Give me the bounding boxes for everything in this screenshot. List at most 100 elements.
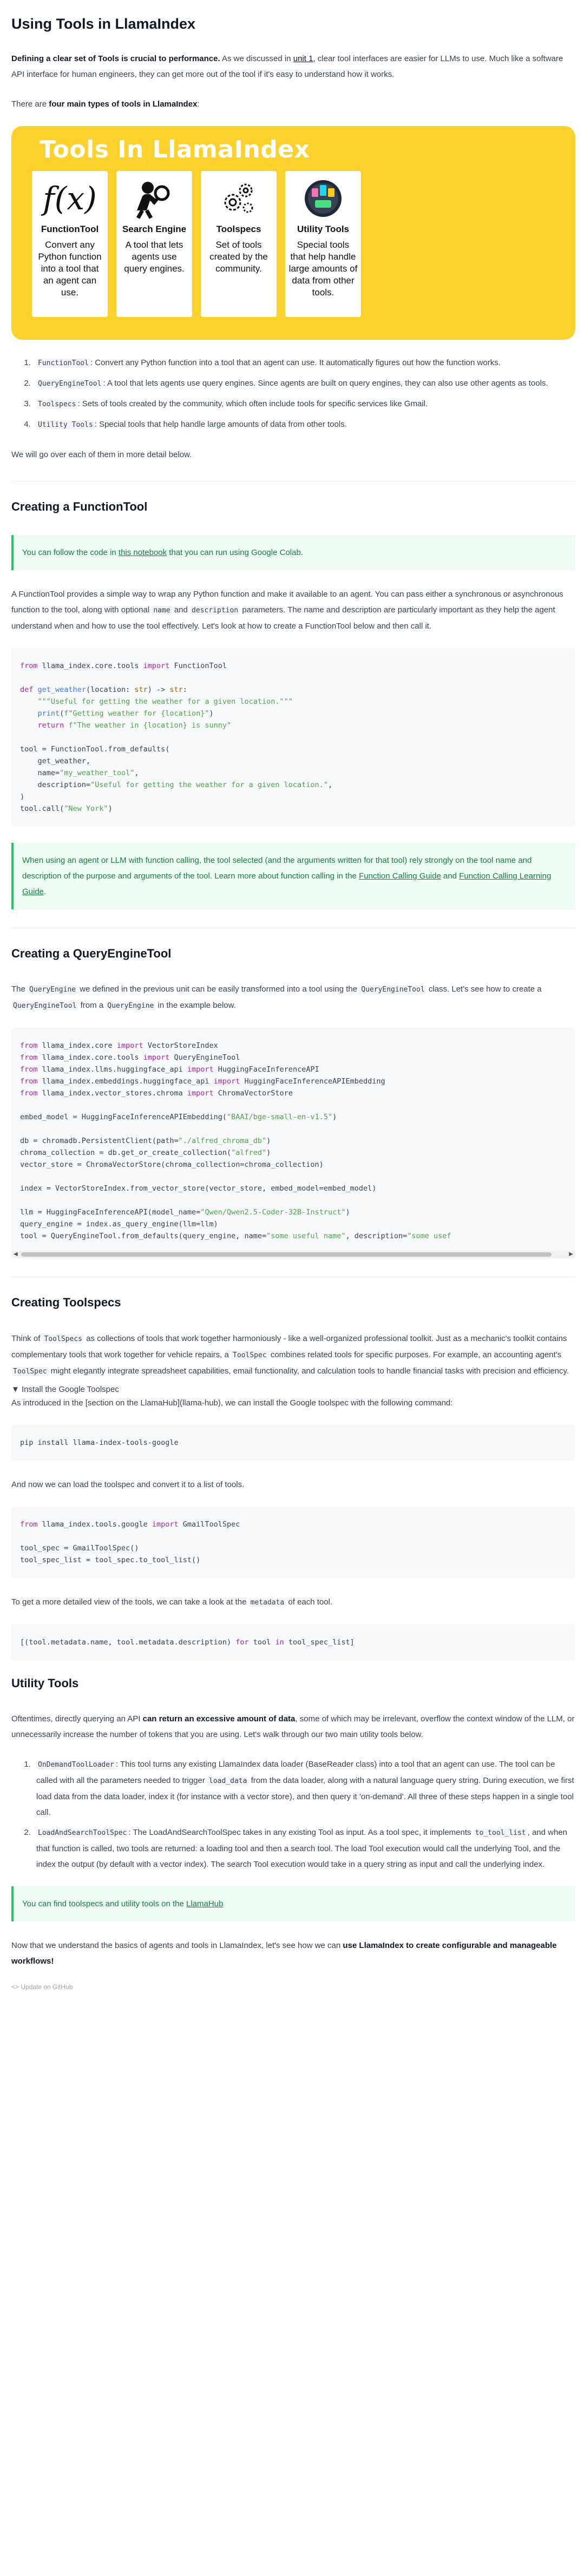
card-title: FunctionTool (41, 224, 99, 235)
text: To get a more detailed view of the tools… (11, 1597, 249, 1607)
text: Now that we understand the basics of age… (11, 1940, 343, 1950)
text: in the example below. (155, 1001, 236, 1010)
inline-code: ToolSpecs (42, 1334, 84, 1344)
inline-code: name (152, 605, 172, 615)
inline-code: QueryEngine (28, 985, 78, 995)
tip-text: . (44, 887, 47, 896)
text: and (172, 605, 191, 615)
inline-code: QueryEngineTool (11, 1001, 78, 1011)
text: : The LoadAndSearchToolSpec takes in any… (128, 1827, 474, 1837)
card-desc: Convert any Python function into a tool … (38, 240, 102, 298)
inline-code: Toolspecs (36, 400, 78, 409)
scroll-right-arrow-icon[interactable]: ▶ (569, 1251, 573, 1258)
scroll-left-arrow-icon[interactable]: ◀ (14, 1251, 18, 1258)
types-intro-post: : (197, 100, 200, 109)
types-intro: There are four main types of tools in Ll… (11, 96, 575, 112)
tip-text-2: that you can run using Google Colab. (167, 547, 303, 557)
code-block-metadata[interactable]: [(tool.metadata.name, tool.metadata.desc… (11, 1624, 575, 1660)
queryengine-paragraph: The QueryEngine we defined in the previo… (11, 981, 575, 1014)
intro-paragraph: Defining a clear set of Tools is crucial… (11, 51, 575, 82)
intro-text: As we discussed in (220, 54, 293, 64)
code-block-pip-install[interactable]: pip install llama-index-tools-google (11, 1424, 575, 1461)
llamahub-link[interactable]: LlamaHub (186, 1899, 223, 1908)
utility-icon (285, 174, 361, 223)
install-paragraph: As introduced in the [section on the Lla… (11, 1398, 453, 1408)
tip-text: You can find toolspecs and utility tools… (22, 1899, 186, 1908)
inline-code: FunctionTool (36, 359, 90, 368)
section-heading-functiontool: Creating a FunctionTool (11, 500, 148, 514)
inline-code: Utility Tools (36, 420, 95, 430)
search-engine-icon (116, 174, 192, 223)
bold-text: can return an excessive amount of data (142, 1714, 296, 1723)
card-utility-tools: Utility Tools Special tools that help ha… (285, 171, 361, 318)
text: from a (78, 1001, 106, 1010)
inline-code: LoadAndSearchToolSpec (36, 1828, 129, 1838)
list-item: Utility Tools: Special tools that help h… (33, 417, 575, 433)
list-item: Toolspecs: Sets of tools created by the … (33, 396, 575, 412)
tools-banner-image: Tools In LlamaIndex f(x) FunctionTool Co… (11, 126, 575, 340)
list-item-text: : Sets of tools created by the community… (77, 399, 428, 409)
functiontool-paragraph: A FunctionTool provides a simple way to … (11, 586, 575, 634)
card-title: Search Engine (122, 224, 187, 235)
inline-code: description (190, 605, 240, 615)
inline-code: to_tool_list (473, 1828, 528, 1838)
list-item-text: : Convert any Python function into a too… (90, 358, 501, 368)
update-on-github-link[interactable]: <> Update on GitHub (11, 1983, 575, 1991)
list-item: LoadAndSearchToolSpec: The LoadAndSearch… (33, 1825, 575, 1872)
text: might elegantly integrate spreadsheet ca… (48, 1366, 569, 1376)
text: class. Let's see how to create a (426, 985, 542, 994)
toolspecs-paragraph: Think of ToolSpecs as collections of too… (11, 1331, 575, 1379)
utility-tools-list: OnDemandToolLoader: This tool turns any … (11, 1756, 575, 1872)
function-calling-guide-link[interactable]: Function Calling Guide (359, 871, 441, 881)
code-block-toolspec[interactable]: from llama_index.tools.google import Gma… (11, 1506, 575, 1578)
page: Using Tools in LlamaIndex Defining a cle… (0, 15, 584, 1991)
outro-paragraph: Now that we understand the basics of age… (11, 1938, 575, 1969)
text: Think of (11, 1333, 43, 1343)
code-block-queryenginetool[interactable]: from llama_index.core import VectorStore… (11, 1028, 575, 1254)
metadata-paragraph: To get a more detailed view of the tools… (11, 1594, 575, 1610)
card-desc: A tool that lets agents use query engine… (124, 240, 185, 274)
gears-icon (201, 174, 277, 223)
unit1-link[interactable]: unit 1 (293, 54, 313, 63)
horizontal-scrollbar[interactable]: ◀ ▶ (11, 1251, 575, 1259)
types-intro-pre: There are (11, 100, 49, 109)
scrollbar-thumb[interactable] (21, 1252, 552, 1257)
list-item: FunctionTool: Convert any Python functio… (33, 355, 575, 371)
utility-paragraph: Oftentimes, directly querying an API can… (11, 1711, 575, 1742)
tip-llamahub: You can find toolspecs and utility tools… (11, 1886, 575, 1921)
card-search-engine: Search Engine A tool that lets agents us… (116, 171, 192, 318)
tip-notebook: You can follow the code in this notebook… (11, 534, 575, 570)
details-summary[interactable]: ▼ Install the Google Toolspec (11, 1385, 575, 1394)
tip-text: and (441, 871, 460, 881)
google-toolspec-details[interactable]: ▼ Install the Google Toolspec (11, 1385, 575, 1394)
text: combines related tools for specific purp… (268, 1350, 562, 1359)
inline-code: ToolSpec (231, 1350, 268, 1360)
inline-code: metadata (248, 1597, 286, 1607)
intro-bold: Defining a clear set of Tools is crucial… (11, 54, 220, 64)
text: of each tool. (286, 1597, 333, 1607)
page-title: Using Tools in LlamaIndex (11, 16, 196, 32)
inline-code: load_data (207, 1776, 249, 1786)
text: Oftentimes, directly querying an API (11, 1714, 143, 1723)
section-heading-queryenginetool: Creating a QueryEngineTool (11, 946, 172, 960)
section-heading-toolspecs: Creating Toolspecs (11, 1296, 121, 1310)
inline-code: OnDemandToolLoader (36, 1760, 116, 1769)
list-item: OnDemandToolLoader: This tool turns any … (33, 1756, 575, 1820)
types-intro-bold: four main types of tools in LlamaIndex (49, 100, 198, 109)
card-toolspecs: Toolspecs Set of tools created by the co… (201, 171, 277, 318)
list-item-text: : Special tools that help handle large a… (94, 420, 347, 430)
tip-text: You can follow the code in (22, 547, 119, 557)
section-heading-utility-tools: Utility Tools (11, 1676, 79, 1690)
function-icon: f(x) (43, 180, 97, 217)
card-functiontool: f(x) FunctionTool Convert any Python fun… (32, 171, 108, 318)
card-desc: Set of tools created by the community. (209, 240, 268, 274)
inline-code: ToolSpec (11, 1366, 49, 1376)
code-block-functiontool[interactable]: from llama_index.core.tools import Funct… (11, 648, 575, 827)
notebook-link[interactable]: this notebook (119, 548, 167, 557)
load-paragraph: And now we can load the toolspec and con… (11, 1479, 245, 1489)
tip-function-calling: When using an agent or LLM with function… (11, 842, 575, 909)
tool-types-list: FunctionTool: Convert any Python functio… (11, 355, 575, 433)
banner-title: Tools In LlamaIndex (40, 136, 310, 164)
card-title: Utility Tools (297, 224, 349, 235)
card-desc: Special tools that help handle large amo… (288, 240, 358, 298)
